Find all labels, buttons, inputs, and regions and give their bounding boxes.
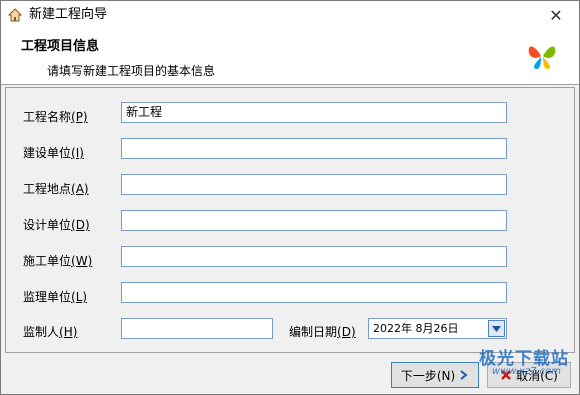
supervisor-input[interactable] [121,318,273,339]
close-button[interactable]: ✕ [533,1,579,29]
page-title: 工程项目信息 [21,39,100,54]
wizard-window: 新建工程向导 ✕ 工程项目信息 请填写新建工程项目的基本信息 工程名称(P) 新… [0,0,580,395]
house-icon [7,8,23,22]
window-title: 新建工程向导 [29,7,108,22]
construction-unit-label: 建设单位(I) [23,146,84,160]
butterfly-logo-icon [528,46,556,69]
project-location-input[interactable] [121,174,507,195]
design-unit-label: 设计单位(D) [23,218,90,232]
next-button[interactable]: 下一步(N) [391,362,479,388]
design-unit-input[interactable] [121,210,507,231]
project-name-input[interactable]: 新工程 [121,102,507,123]
project-location-label: 工程地点(A) [23,182,89,196]
red-x-icon [501,370,512,380]
supervisor-label: 监制人(H) [23,325,78,339]
cancel-button-label: 取消(C) [516,368,558,383]
close-icon: ✕ [549,5,563,25]
supervision-unit-input[interactable] [121,282,507,303]
dropdown-arrow-icon [492,325,501,332]
project-name-label: 工程名称(P) [23,110,88,124]
contractor-unit-label: 施工单位(W) [23,254,93,268]
next-button-label: 下一步(N) [400,368,456,383]
construction-unit-input[interactable] [121,138,507,159]
date-dropdown-button[interactable] [488,320,505,337]
contractor-unit-input[interactable] [121,246,507,267]
date-picker[interactable]: 2022年 8月26日 [368,318,507,339]
cancel-button[interactable]: 取消(C) [487,362,571,388]
arrow-right-icon [460,370,468,380]
date-label: 编制日期(D) [289,325,356,339]
date-value: 2022年 8月26日 [373,322,459,335]
title-bar: 新建工程向导 ✕ [1,1,579,29]
wizard-header: 工程项目信息 请填写新建工程项目的基本信息 [1,29,579,85]
page-subtitle: 请填写新建工程项目的基本信息 [47,64,216,78]
supervision-unit-label: 监理单位(L) [23,290,88,304]
